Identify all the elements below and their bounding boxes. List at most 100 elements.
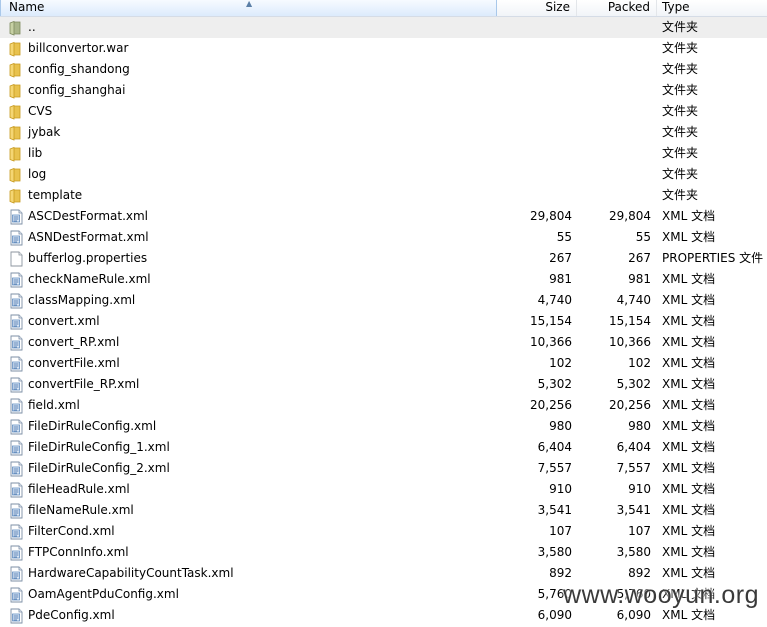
xml-file-icon [8,461,24,477]
file-name: template [28,188,83,202]
file-type: 文件夹 [662,146,699,160]
file-type: XML 文档 [662,335,716,349]
file-name-cell[interactable]: FileDirRuleConfig.xml [0,416,497,437]
file-name-cell[interactable]: FTPConnInfo.xml [0,542,497,563]
file-size [497,59,572,80]
file-name-cell[interactable]: checkNameRule.xml [0,269,497,290]
file-packed-size [572,122,651,143]
file-name-cell[interactable]: lib [0,143,497,164]
file-row[interactable]: convertFile.xml 102 102 XML 文档 [0,353,767,374]
file-name-cell[interactable]: bufferlog.properties [0,248,497,269]
file-name-cell[interactable]: convertFile_RP.xml [0,374,497,395]
folder-icon [8,62,24,78]
file-size [497,17,572,38]
file-name-cell[interactable]: ASCDestFormat.xml [0,206,497,227]
file-row[interactable]: FilterCond.xml 107 107 XML 文档 [0,521,767,542]
file-type: XML 文档 [662,398,716,412]
file-type: XML 文档 [662,230,716,244]
file-name-cell[interactable]: ASNDestFormat.xml [0,227,497,248]
file-packed-size: 107 [628,524,651,538]
file-row[interactable]: bufferlog.properties 267 267 PROPERTIES 文件 [0,248,767,269]
file-name: lib [28,146,43,160]
file-packed-size [572,59,651,80]
file-packed-size: 3,580 [616,545,651,559]
column-header-packed-label: Packed [607,0,650,14]
file-name-cell[interactable]: jybak [0,122,497,143]
folder-icon [8,167,24,183]
file-row[interactable]: fileHeadRule.xml 910 910 XML 文档 [0,479,767,500]
file-size: 3,541 [537,503,572,517]
file-name-cell[interactable]: fileHeadRule.xml [0,479,497,500]
file-name-cell[interactable]: config_shandong [0,59,497,80]
file-size: 6,090 [537,608,572,622]
file-name: FileDirRuleConfig_2.xml [28,461,170,475]
file-row[interactable]: FileDirRuleConfig.xml 980 980 XML 文档 [0,416,767,437]
file-row[interactable]: checkNameRule.xml 981 981 XML 文档 [0,269,767,290]
file-row[interactable]: convert_RP.xml 10,366 10,366 XML 文档 [0,332,767,353]
file-name-cell[interactable]: HardwareCapabilityCountTask.xml [0,563,497,584]
file-size: 980 [549,419,572,433]
file-name-cell[interactable]: billconvertor.war [0,38,497,59]
file-name-cell[interactable]: PdeConfig.xml [0,605,497,626]
file-packed-size: 910 [628,482,651,496]
file-row[interactable]: FileDirRuleConfig_1.xml 6,404 6,404 XML 文档 [0,437,767,458]
file-name-cell[interactable]: convertFile.xml [0,353,497,374]
file-row[interactable]: FileDirRuleConfig_2.xml 7,557 7,557 XML 文档 [0,458,767,479]
file-row[interactable]: billconvertor.war 文件夹 [0,38,767,59]
file-name-cell[interactable]: classMapping.xml [0,290,497,311]
file-row[interactable]: CVS 文件夹 [0,101,767,122]
file-name-cell[interactable]: config_shanghai [0,80,497,101]
file-row[interactable]: convertFile_RP.xml 5,302 5,302 XML 文档 [0,374,767,395]
file-row[interactable]: config_shandong 文件夹 [0,59,767,80]
file-row[interactable]: field.xml 20,256 20,256 XML 文档 [0,395,767,416]
file-name-cell[interactable]: template [0,185,497,206]
file-row[interactable]: template 文件夹 [0,185,767,206]
file-name-cell[interactable]: field.xml [0,395,497,416]
file-size: 981 [549,272,572,286]
file-size: 10,366 [530,335,572,349]
file-name-cell[interactable]: convert.xml [0,311,497,332]
file-row[interactable]: config_shanghai 文件夹 [0,80,767,101]
file-name-cell[interactable]: .. [0,17,497,38]
file-row[interactable]: convert.xml 15,154 15,154 XML 文档 [0,311,767,332]
column-header-packed[interactable]: Packed [577,0,657,16]
file-name-cell[interactable]: fileNameRule.xml [0,500,497,521]
column-header-name[interactable]: ▲ Name [0,0,497,16]
file-packed-size: 20,256 [609,398,651,412]
file-packed-size: 4,740 [616,293,651,307]
file-name-cell[interactable]: log [0,164,497,185]
file-name: HardwareCapabilityCountTask.xml [28,566,234,580]
column-header-type[interactable]: Type [657,0,767,16]
column-header-size-label: Size [545,0,570,14]
file-name-cell[interactable]: FileDirRuleConfig_1.xml [0,437,497,458]
file-row[interactable]: ASNDestFormat.xml 55 55 XML 文档 [0,227,767,248]
file-name: OamAgentPduConfig.xml [28,587,179,601]
file-packed-size: 5,302 [616,377,651,391]
file-row[interactable]: log 文件夹 [0,164,767,185]
file-type: XML 文档 [662,209,716,223]
file-type: XML 文档 [662,482,716,496]
file-name-cell[interactable]: FilterCond.xml [0,521,497,542]
file-packed-size [572,164,651,185]
file-name-cell[interactable]: CVS [0,101,497,122]
file-row[interactable]: classMapping.xml 4,740 4,740 XML 文档 [0,290,767,311]
file-type: XML 文档 [662,461,716,475]
column-header-size[interactable]: Size [497,0,577,16]
file-row[interactable]: ASCDestFormat.xml 29,804 29,804 XML 文档 [0,206,767,227]
file-size [497,122,572,143]
file-type: 文件夹 [662,188,699,202]
file-type: 文件夹 [662,41,699,55]
xml-file-icon [8,545,24,561]
xml-file-icon [8,314,24,330]
file-type: 文件夹 [662,83,699,97]
file-name-cell[interactable]: convert_RP.xml [0,332,497,353]
file-row[interactable]: lib 文件夹 [0,143,767,164]
file-packed-size: 55 [635,230,651,244]
file-name-cell[interactable]: OamAgentPduConfig.xml [0,584,497,605]
file-row[interactable]: .. 文件夹 [0,17,767,38]
file-row[interactable]: FTPConnInfo.xml 3,580 3,580 XML 文档 [0,542,767,563]
file-icon [8,251,24,267]
file-row[interactable]: fileNameRule.xml 3,541 3,541 XML 文档 [0,500,767,521]
file-row[interactable]: jybak 文件夹 [0,122,767,143]
file-name-cell[interactable]: FileDirRuleConfig_2.xml [0,458,497,479]
